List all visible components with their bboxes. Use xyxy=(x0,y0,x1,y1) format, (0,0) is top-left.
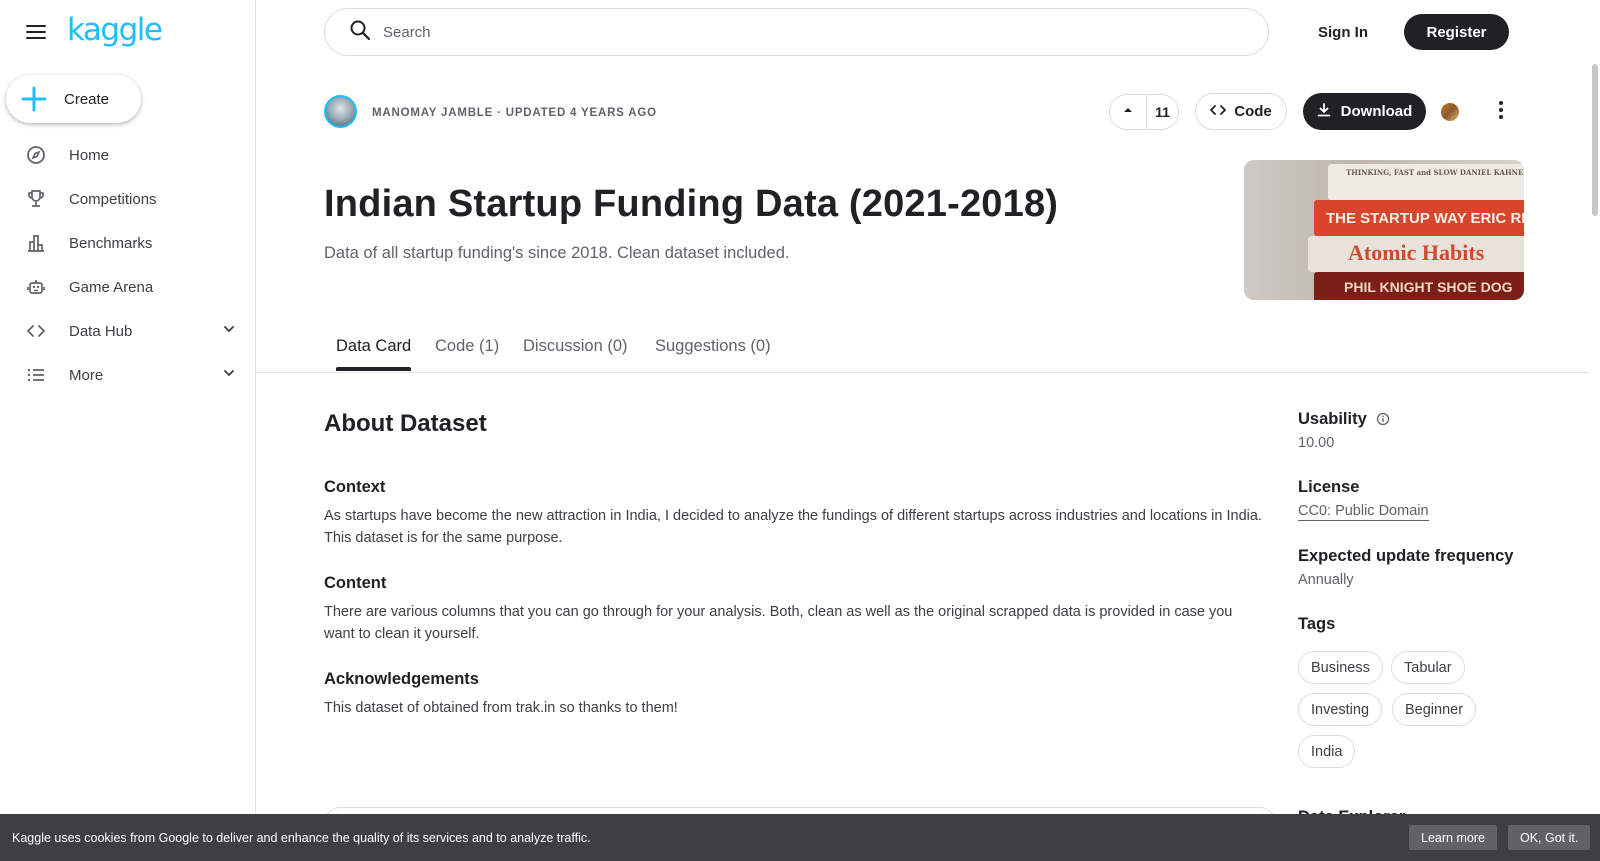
upvote-count: 11 xyxy=(1155,104,1170,120)
code-icon xyxy=(1210,102,1227,122)
caret-up-icon xyxy=(1122,103,1134,121)
tab-suggestions[interactable]: Suggestions (0) xyxy=(655,337,771,370)
section-heading-acknowledgements: Acknowledgements xyxy=(324,670,479,688)
section-text-context: As startups have become the new attracti… xyxy=(324,508,1262,546)
section-heading-content: Content xyxy=(324,574,387,592)
page-title: Indian Startup Funding Data (2021-2018) xyxy=(324,183,1059,225)
tag-chip[interactable]: Investing xyxy=(1298,693,1383,726)
tags-label: Tags xyxy=(1298,615,1336,633)
tag-chip[interactable]: Tabular xyxy=(1391,651,1465,684)
create-button[interactable]: Create xyxy=(6,75,141,123)
plus-icon xyxy=(6,86,62,112)
download-button[interactable]: Download xyxy=(1303,93,1426,130)
frequency-label: Expected update frequency xyxy=(1298,547,1514,565)
code-brackets-icon xyxy=(25,320,47,342)
sidebar-item-label: Game Arena xyxy=(69,278,154,296)
license-label: License xyxy=(1298,478,1360,496)
tag-chip[interactable]: Beginner xyxy=(1392,693,1477,726)
download-button-label: Download xyxy=(1340,103,1413,120)
sidebar-item-label: Home xyxy=(69,146,110,164)
sidebar-item-more[interactable]: More xyxy=(0,353,256,397)
page-scrollbar xyxy=(1589,0,1600,861)
sidebar-item-label: More xyxy=(69,366,104,384)
section-text-acknowledgements: This dataset of obtained from trak.in so… xyxy=(324,700,678,716)
page-subtitle: Data of all startup funding's since 2018… xyxy=(324,244,790,262)
tab-bar: Data Card Code (1) Discussion (0) Sugges… xyxy=(256,325,1589,373)
cover-book: PHIL KNIGHT SHOE DOG xyxy=(1314,272,1524,300)
cookie-message: Kaggle uses cookies from Google to deliv… xyxy=(12,830,591,845)
sidebar-item-label: Benchmarks xyxy=(69,234,153,252)
cover-book: THE STARTUP WAY ERIC RIES xyxy=(1314,200,1524,236)
chevron-down-icon[interactable] xyxy=(222,366,236,385)
sidebar-item-competitions[interactable]: Competitions xyxy=(0,177,256,221)
sidebar: kaggle Create Home Competitions Benchmar… xyxy=(0,0,256,861)
avatar[interactable] xyxy=(324,95,357,128)
upvote-widget: 11 xyxy=(1109,94,1179,130)
tab-data-card[interactable]: Data Card xyxy=(336,337,412,371)
code-button-label: Code xyxy=(1234,103,1272,120)
scrollbar-thumb[interactable] xyxy=(1592,64,1598,216)
dataset-cover-image: THINKING, FAST and SLOW DANIEL KAHNEMAN … xyxy=(1244,160,1524,300)
cover-book: THINKING, FAST and SLOW DANIEL KAHNEMAN xyxy=(1328,164,1524,200)
section-text-content: There are various columns that you can g… xyxy=(324,604,1233,642)
trophy-icon xyxy=(25,188,47,210)
create-label: Create xyxy=(64,90,110,108)
ok-got-it-button[interactable]: OK, Got it. xyxy=(1508,825,1591,850)
tag-chip[interactable]: Business xyxy=(1298,651,1383,684)
kaggle-logo[interactable]: kaggle xyxy=(67,12,163,48)
frequency-value: Annually xyxy=(1298,572,1354,588)
tab-code[interactable]: Code (1) xyxy=(435,337,499,370)
download-icon xyxy=(1317,102,1331,121)
more-vert-icon[interactable] xyxy=(1496,98,1506,124)
sidebar-item-label: Competitions xyxy=(69,190,157,208)
learn-more-button[interactable]: Learn more xyxy=(1409,825,1497,850)
chevron-down-icon[interactable] xyxy=(222,322,236,341)
sidebar-nav: Home Competitions Benchmarks Game Arena … xyxy=(0,133,256,397)
upvote-button[interactable] xyxy=(1110,95,1147,129)
usability-value: 10.00 xyxy=(1298,435,1335,451)
cover-book: Atomic Habits xyxy=(1308,236,1524,272)
sidebar-item-game-arena[interactable]: Game Arena xyxy=(0,265,256,309)
about-heading: About Dataset xyxy=(324,410,487,437)
search-input[interactable] xyxy=(383,23,1183,41)
search-bar[interactable] xyxy=(324,8,1269,56)
author-line[interactable]: MANOMAY JAMBLE · UPDATED 4 YEARS AGO xyxy=(372,107,657,119)
compass-icon xyxy=(25,144,47,166)
sidebar-item-label: Data Hub xyxy=(69,322,133,340)
bronze-medal-icon xyxy=(1441,103,1459,121)
sidebar-item-data-hub[interactable]: Data Hub xyxy=(0,309,256,353)
info-icon[interactable] xyxy=(1376,412,1390,431)
tag-chip[interactable]: India xyxy=(1298,735,1356,768)
usability-label: Usability xyxy=(1298,410,1367,428)
register-button[interactable]: Register xyxy=(1404,14,1509,50)
section-heading-context: Context xyxy=(324,478,386,496)
cookie-banner: Kaggle uses cookies from Google to deliv… xyxy=(0,814,1600,861)
sign-in-button[interactable]: Sign In xyxy=(1300,14,1386,50)
bar-chart-icon xyxy=(25,232,47,254)
sidebar-item-home[interactable]: Home xyxy=(0,133,256,177)
tab-discussion[interactable]: Discussion (0) xyxy=(523,337,628,370)
license-link[interactable]: CC0: Public Domain xyxy=(1298,503,1429,521)
search-icon xyxy=(349,19,371,46)
robot-icon xyxy=(25,276,47,298)
menu-icon[interactable] xyxy=(24,22,48,42)
code-button[interactable]: Code xyxy=(1195,93,1287,130)
list-icon xyxy=(25,364,47,386)
sidebar-item-benchmarks[interactable]: Benchmarks xyxy=(0,221,256,265)
